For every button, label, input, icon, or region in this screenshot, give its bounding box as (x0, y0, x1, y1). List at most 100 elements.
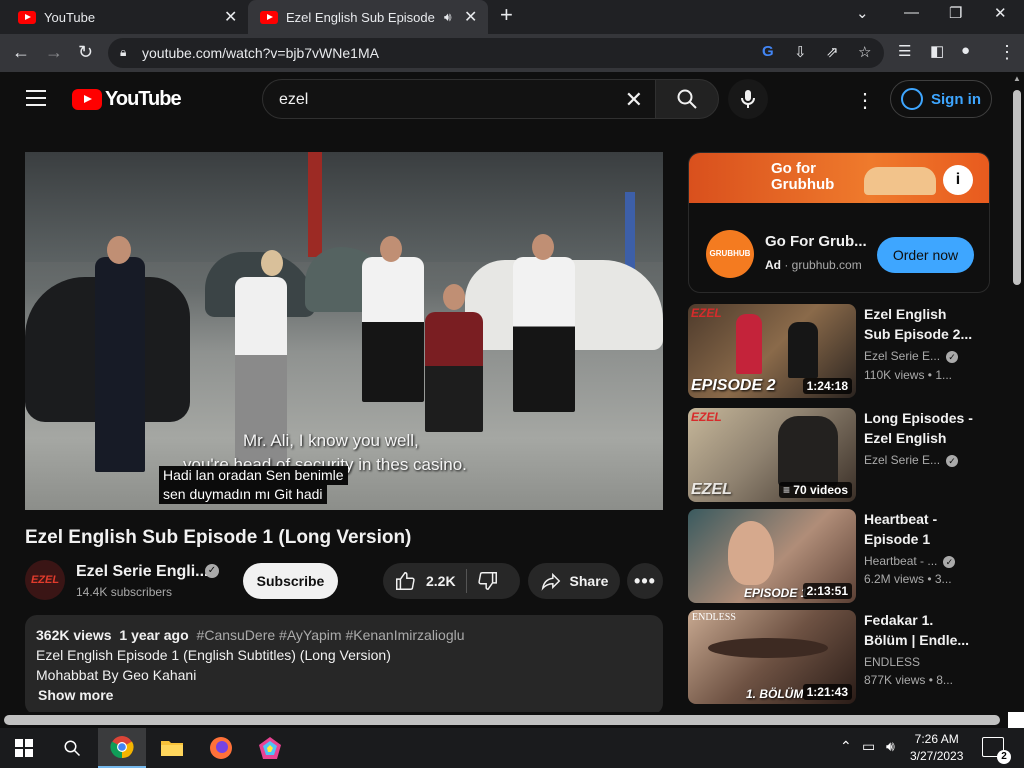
grubhub-logo[interactable]: GRUBHUB (706, 230, 754, 278)
close-tab-icon[interactable]: ✕ (464, 7, 477, 27)
video-duration: 1:24:18 (802, 378, 852, 394)
video-thumbnail[interactable]: EZEL EPISODE 2 1:24:18 (688, 304, 856, 398)
show-hidden-icons-chevron-icon[interactable]: ⌃ (840, 738, 852, 755)
chrome-taskbar-icon[interactable] (98, 728, 146, 768)
thumbnail-figure (788, 322, 818, 378)
thumbs-down-icon[interactable] (477, 570, 499, 592)
share-button[interactable]: Share (528, 563, 620, 599)
notification-center-icon[interactable]: 2 (982, 737, 1011, 764)
upload-age: 1 year ago (119, 627, 189, 643)
recommended-video[interactable]: EZEL EPISODE 2 1:24:18 Ezel English Sub … (688, 304, 990, 398)
lock-icon[interactable]: 🔒︎ (120, 45, 126, 60)
back-arrow-icon[interactable]: ← (12, 42, 30, 63)
bookmark-star-icon[interactable]: ☆ (858, 43, 871, 61)
sign-in-button[interactable]: Sign in (890, 80, 992, 118)
recommended-video[interactable]: EPISODE 1 2:13:51 Heartbeat - Episode 1 … (688, 509, 990, 603)
menu-hamburger-icon[interactable] (26, 90, 46, 106)
video-channel[interactable]: ENDLESS (864, 655, 920, 669)
minimize-icon[interactable]: — (904, 4, 919, 21)
search-input[interactable]: ezel ✕ (262, 79, 656, 119)
channel-avatar[interactable]: EZEL (25, 560, 65, 600)
vertical-scroll-thumb[interactable] (1013, 90, 1021, 285)
video-thumbnail[interactable]: ENDLESS 1. BÖLÜM 1:21:43 (688, 610, 856, 704)
google-icon[interactable]: G (762, 43, 774, 60)
tab-label: Ezel English Sub Episode 1 (L (286, 9, 436, 25)
thumbnail-label: EZEL (691, 481, 732, 498)
video-channel[interactable]: Heartbeat - ... ✓ (864, 554, 956, 568)
video-thumbnail[interactable]: EPISODE 1 2:13:51 (688, 509, 856, 603)
app-taskbar-icon[interactable] (246, 728, 294, 768)
video-title[interactable]: Heartbeat - Episode 1 (864, 509, 974, 549)
search-button[interactable] (655, 79, 719, 119)
scene-person (513, 257, 575, 412)
browser-menu-icon[interactable]: ⋮ (998, 42, 1016, 63)
network-icon[interactable]: ▭ (862, 738, 875, 755)
browser-tab-youtube[interactable]: YouTube ✕ (0, 0, 248, 34)
firefox-icon[interactable] (197, 728, 245, 768)
playlist-title[interactable]: Long Episodes - Ezel English (864, 408, 974, 448)
description-stats: 362K views 1 year ago #CansuDere #AyYapi… (36, 627, 465, 643)
video-title[interactable]: Ezel English Sub Episode 2... (864, 304, 974, 344)
order-now-button[interactable]: Order now (877, 237, 974, 273)
forward-arrow-icon[interactable]: → (45, 42, 63, 63)
ad-domain: · grubhub.com (784, 258, 862, 272)
reload-icon[interactable]: ↻ (78, 42, 93, 63)
volume-icon[interactable]: 🔊︎ (886, 738, 895, 755)
restore-icon[interactable]: ❐ (949, 4, 962, 22)
install-icon[interactable]: ⇩ (794, 43, 807, 61)
system-clock[interactable]: 7:26 AM 3/27/2023 (910, 731, 963, 765)
video-channel[interactable]: Ezel Serie E... ✓ (864, 349, 959, 363)
like-count[interactable]: 2.2K (426, 573, 456, 589)
side-panel-icon[interactable]: ◧ (930, 42, 944, 60)
scroll-up-arrow-icon[interactable]: ▲ (1013, 74, 1021, 83)
tab-search-chevron-icon[interactable]: ⌄ (856, 4, 869, 22)
search-value[interactable]: ezel (279, 91, 308, 109)
windows-start-icon[interactable] (0, 728, 48, 768)
close-tab-icon[interactable]: ✕ (224, 7, 237, 27)
playlist-thumbnail[interactable]: EZEL EZEL ≡ 70 videos (688, 408, 856, 502)
caption-line: sen duymadın mı Git hadi (159, 485, 327, 504)
url-text[interactable]: youtube.com/watch?v=bjb7vWNe1MA (142, 45, 379, 61)
voice-search-button[interactable] (728, 79, 768, 119)
scrollbar-corner (1008, 712, 1024, 728)
verified-check-icon: ✓ (205, 564, 219, 578)
new-tab-icon[interactable]: + (500, 2, 513, 28)
share-page-icon[interactable]: ⇗ (826, 43, 839, 61)
show-more-button[interactable]: Show more (38, 687, 113, 703)
ad-banner[interactable]: Go for Grubhub i (689, 153, 989, 203)
channel-name: Ezel Serie E... (864, 349, 941, 363)
reading-list-icon[interactable]: ☰ (898, 42, 911, 60)
video-channel[interactable]: Ezel Serie E... ✓ (864, 453, 959, 467)
playlist-icon: ≡ (782, 483, 794, 497)
address-bar[interactable]: 🔒︎ youtube.com/watch?v=bjb7vWNe1MA G ⇩ ⇗… (108, 38, 884, 68)
profile-icon[interactable]: ● (961, 42, 970, 59)
speaker-icon[interactable]: 🔊︎ (444, 10, 452, 25)
file-explorer-icon[interactable] (148, 728, 196, 768)
taskbar-search-icon[interactable] (48, 728, 96, 768)
clear-search-icon[interactable]: ✕ (625, 87, 643, 113)
ad-title[interactable]: Go For Grub... (765, 233, 867, 250)
thumbs-up-icon[interactable] (394, 570, 416, 592)
more-actions-button[interactable]: ••• (627, 563, 663, 599)
youtube-favicon-icon (18, 10, 36, 24)
horizontal-scrollbar[interactable] (0, 712, 1010, 728)
video-title[interactable]: Fedakar 1. Bölüm | Endle... (864, 610, 974, 650)
recommended-video[interactable]: ENDLESS 1. BÖLÜM 1:21:43 Fedakar 1. Bölü… (688, 610, 990, 704)
subscribe-button[interactable]: Subscribe (243, 563, 338, 599)
hashtags[interactable]: #CansuDere #AyYapim #KenanImirzalioglu (197, 627, 465, 643)
ad-info-icon[interactable]: i (943, 165, 973, 195)
horizontal-scroll-thumb[interactable] (4, 715, 1000, 725)
window-close-icon[interactable]: ✕ (994, 4, 1007, 22)
thumbnail-figure (736, 314, 762, 374)
description-box[interactable]: 362K views 1 year ago #CansuDere #AyYapi… (25, 615, 663, 715)
video-player[interactable]: Mr. Ali, I know you well, you're head of… (25, 152, 663, 510)
youtube-logo[interactable]: YouTube (72, 88, 182, 111)
channel-name[interactable]: Ezel Serie Engli... (76, 563, 209, 581)
settings-kebab-icon[interactable]: ⋮ (855, 88, 875, 113)
sponsored-ad[interactable]: Go for Grubhub i GRUBHUB Go For Grub... … (688, 152, 990, 293)
scene-head (443, 284, 465, 310)
endless-logo: ENDLESS (692, 612, 736, 623)
browser-tab-ezel[interactable]: Ezel English Sub Episode 1 (L 🔊︎ ✕ (248, 0, 488, 34)
vertical-scrollbar[interactable]: ▲ (1010, 72, 1024, 712)
recommended-playlist[interactable]: EZEL EZEL ≡ 70 videos Long Episodes - Ez… (688, 408, 990, 502)
